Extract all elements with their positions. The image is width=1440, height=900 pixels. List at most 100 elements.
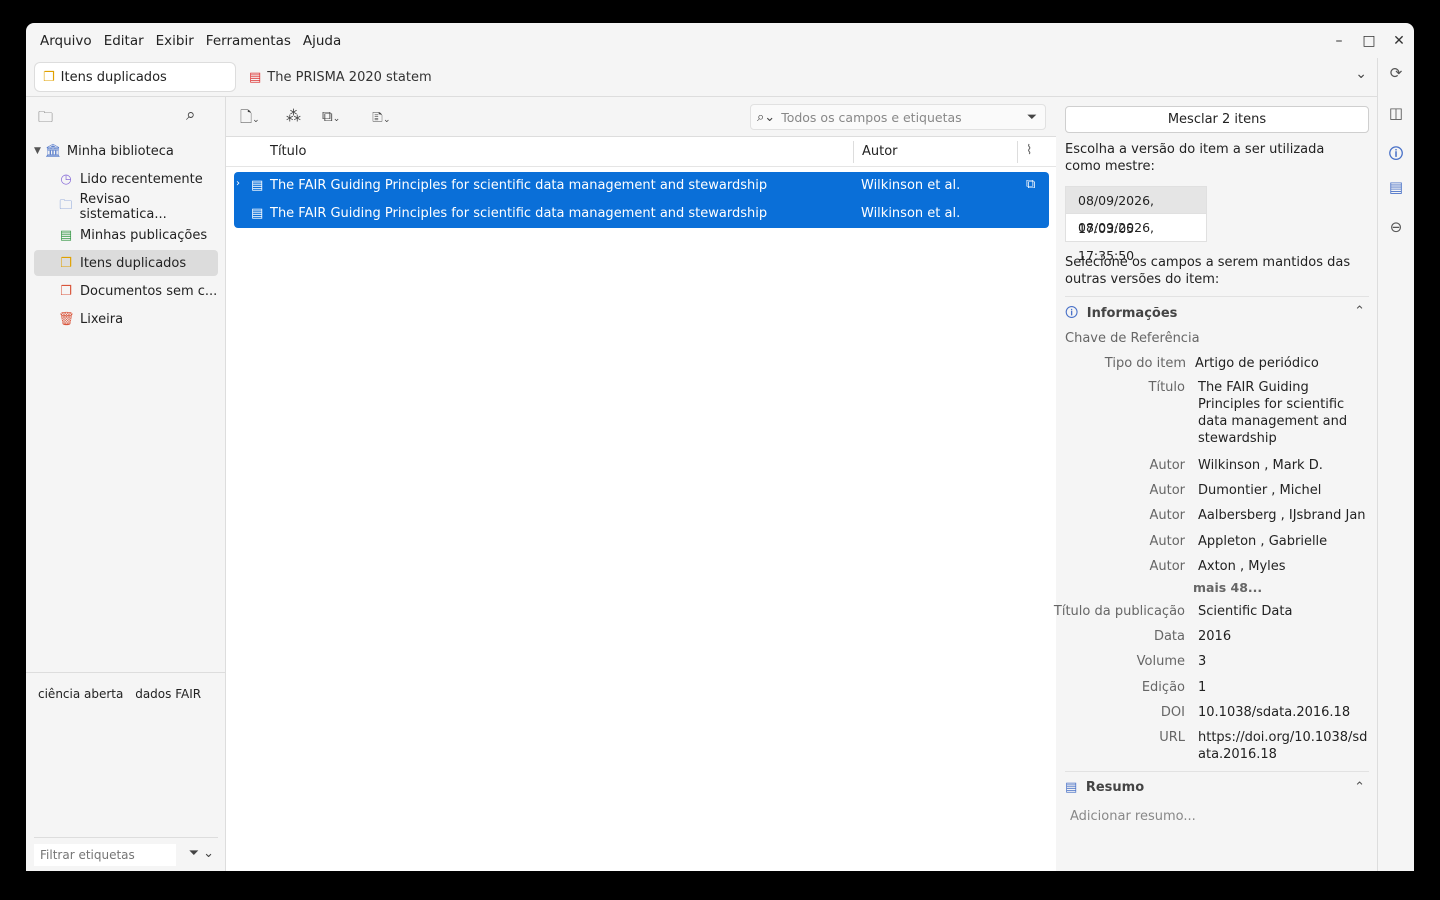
- field-label: Autor: [1149, 559, 1185, 574]
- sidebar-item-unfiled[interactable]: ❐ Documentos sem c...: [34, 278, 218, 304]
- tab-pdf[interactable]: ▤ The PRISMA 2020 stateme ✕: [241, 63, 431, 91]
- filter-icon[interactable]: ⏷ ⌄: [189, 846, 214, 861]
- document-icon: ▤: [251, 178, 264, 193]
- tag-dados-fair[interactable]: dados FAIR: [135, 687, 201, 701]
- collections-toolbar: 🗀 ⌕: [26, 97, 225, 137]
- sidebar-item-label: Itens duplicados: [80, 255, 187, 271]
- sync-icon[interactable]: ⟳: [1386, 64, 1406, 82]
- search-field[interactable]: ⌕⌄ Todos os campos e etiquetas ⏷: [750, 104, 1046, 130]
- field-value[interactable]: 1: [1198, 679, 1368, 696]
- info-section-header[interactable]: 🛈 Informações ⌃: [1065, 304, 1369, 324]
- attachment-icon[interactable]: ⧉: [1026, 177, 1035, 192]
- table-row[interactable]: › ▤ The FAIR Guiding Principles for scie…: [234, 172, 1049, 200]
- locate-icon[interactable]: ⊖: [1386, 218, 1406, 236]
- menu-exibir[interactable]: Exibir: [150, 33, 200, 49]
- attachment-column-icon[interactable]: ⌇: [1026, 143, 1032, 158]
- sidebar-item-my-publications[interactable]: ▤ Minhas publicações: [34, 222, 218, 248]
- tag-filter-input[interactable]: [34, 844, 176, 866]
- chevron-up-icon[interactable]: ⌃: [1354, 780, 1365, 795]
- more-authors-link[interactable]: mais 48...: [1193, 580, 1262, 595]
- column-divider[interactable]: [853, 141, 854, 163]
- field-value[interactable]: The FAIR Guiding Principles for scientif…: [1198, 379, 1368, 447]
- chevron-down-icon[interactable]: ▼: [34, 146, 41, 156]
- field-value[interactable]: Aalbersberg , IJsbrand Jan: [1198, 507, 1368, 524]
- unfiled-icon: ❐: [60, 283, 72, 299]
- field-value[interactable]: 3: [1198, 653, 1368, 670]
- column-author[interactable]: Autor: [862, 144, 898, 159]
- search-icon[interactable]: ⌕⌄: [757, 110, 775, 125]
- version-list: 08/09/2026, 17:03:05 08/09/2026, 17:35:5…: [1065, 186, 1207, 263]
- duplicates-icon: ❐: [60, 255, 72, 271]
- field-label: Autor: [1149, 483, 1185, 498]
- menu-ajuda[interactable]: Ajuda: [297, 33, 347, 49]
- info-icon[interactable]: 🛈: [1386, 144, 1406, 169]
- column-title[interactable]: Título: [270, 144, 306, 159]
- field-value[interactable]: https://doi.org/10.1038/sdata.2016.18: [1198, 729, 1368, 763]
- abstract-input[interactable]: Adicionar resumo...: [1070, 809, 1196, 824]
- toggle-pane-icon[interactable]: ◫: [1386, 104, 1406, 122]
- version-item[interactable]: 08/09/2026, 17:35:50: [1065, 214, 1207, 263]
- abstract-section-header[interactable]: ▤ Resumo ⌃: [1065, 780, 1369, 800]
- chevron-up-icon[interactable]: ⌃: [1354, 304, 1365, 319]
- library-icon: 🏛: [44, 143, 62, 159]
- field-value[interactable]: Wilkinson , Mark D.: [1198, 457, 1368, 474]
- new-item-button[interactable]: 🗋⌄: [240, 107, 260, 132]
- field-value[interactable]: Artigo de periódico: [1195, 355, 1365, 372]
- table-row[interactable]: ▤ The FAIR Guiding Principles for scient…: [234, 200, 1049, 228]
- column-divider[interactable]: [1017, 141, 1018, 163]
- magic-wand-icon[interactable]: ⁂: [286, 107, 301, 125]
- sidebar-item-duplicates[interactable]: ❐ Itens duplicados: [34, 250, 218, 276]
- window-controls: – □ ✕: [1324, 23, 1414, 58]
- minimize-button[interactable]: –: [1324, 33, 1354, 49]
- menu-editar[interactable]: Editar: [98, 33, 150, 49]
- new-collection-icon[interactable]: 🗀: [38, 107, 53, 132]
- close-button[interactable]: ✕: [1384, 33, 1414, 49]
- sidebar-item-trash[interactable]: 🗑 Lixeira: [34, 306, 218, 332]
- ref-key-label: Chave de Referência: [1065, 331, 1200, 346]
- selected-rows: › ▤ The FAIR Guiding Principles for scie…: [234, 172, 1049, 228]
- filter-icon[interactable]: ⏷: [1027, 109, 1037, 125]
- field-label: Autor: [1149, 458, 1185, 473]
- sidebar-item-recently-read[interactable]: ◷ Lido recentemente: [34, 166, 218, 192]
- sidebar-item-label: Minha biblioteca: [66, 143, 174, 159]
- add-attachment-button[interactable]: ⧉⌄: [322, 107, 340, 125]
- choose-master-text: Escolha a versão do item a ser utilizada…: [1065, 142, 1325, 174]
- search-icon[interactable]: ⌕: [186, 105, 196, 125]
- tag-ciencia-aberta[interactable]: ciência aberta: [38, 687, 123, 701]
- tab-label: The PRISMA 2020 stateme: [267, 69, 431, 85]
- field-value[interactable]: Scientific Data: [1198, 603, 1368, 620]
- field-label: Autor: [1149, 534, 1185, 549]
- section-title: Resumo: [1085, 780, 1145, 795]
- field-value[interactable]: Dumontier , Michel: [1198, 482, 1368, 499]
- field-value[interactable]: 2016: [1198, 628, 1368, 645]
- tab-bar: ❐ Itens duplicados ▤ The PRISMA 2020 sta…: [26, 58, 1377, 96]
- maximize-button[interactable]: □: [1354, 33, 1384, 49]
- select-fields-text: Selecione os campos a serem mantidos das…: [1065, 255, 1351, 287]
- version-item[interactable]: 08/09/2026, 17:03:05: [1065, 186, 1207, 236]
- menu-arquivo[interactable]: Arquivo: [34, 33, 98, 49]
- row-title: The FAIR Guiding Principles for scientif…: [270, 178, 768, 193]
- chevron-down-icon[interactable]: ⌄: [1355, 66, 1367, 82]
- items-toolbar: 🗋⌄ ⁂ ⧉⌄ 🗈⌄ ⌕⌄ Todos os campos e etiqueta…: [226, 97, 1056, 137]
- new-note-button[interactable]: 🗈⌄: [372, 107, 391, 132]
- abstract-icon[interactable]: ▤: [1386, 178, 1406, 196]
- menu-ferramentas[interactable]: Ferramentas: [200, 33, 297, 49]
- publications-icon: ▤: [59, 227, 73, 243]
- sidebar-item-label: Lido recentemente: [80, 171, 203, 187]
- sidebar-item-systematic-review[interactable]: 🗀 Revisao sistematica...: [34, 192, 218, 222]
- merge-button[interactable]: Mesclar 2 itens: [1065, 106, 1369, 133]
- field-label: Data: [1153, 629, 1185, 644]
- field-label: Autor: [1149, 508, 1185, 523]
- tag-filter: ⏷ ⌄: [34, 837, 218, 866]
- column-header: Título Autor ⌇: [226, 137, 1056, 167]
- document-icon: ▤: [251, 206, 264, 221]
- tag-selector: ciência aberta dados FAIR: [26, 672, 226, 715]
- duplicates-icon: ❐: [43, 69, 55, 85]
- sidebar-item-my-library[interactable]: ▼ 🏛 Minha biblioteca: [34, 138, 218, 164]
- field-value[interactable]: Axton , Myles: [1198, 558, 1368, 575]
- tab-duplicates[interactable]: ❐ Itens duplicados: [35, 63, 235, 91]
- chevron-right-icon[interactable]: ›: [236, 178, 240, 189]
- field-value[interactable]: Appleton , Gabrielle: [1198, 533, 1368, 550]
- section-title: Informações: [1086, 306, 1178, 321]
- field-value[interactable]: 10.1038/sdata.2016.18: [1198, 704, 1368, 721]
